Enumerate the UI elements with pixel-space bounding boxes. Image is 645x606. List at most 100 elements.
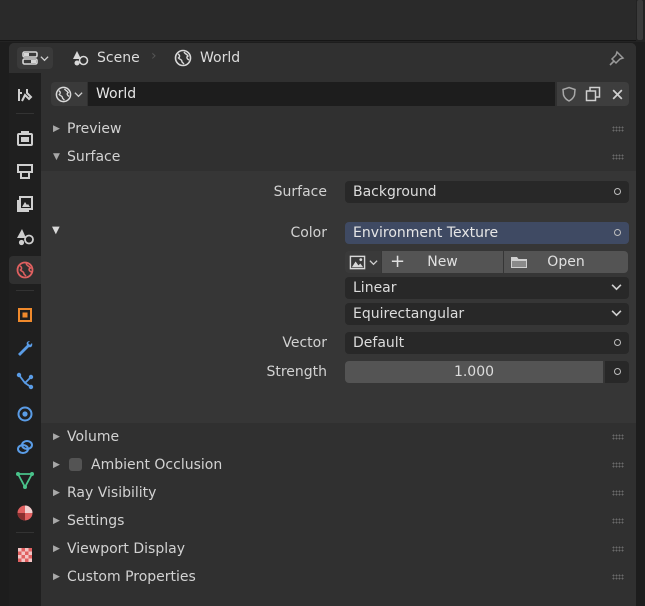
- plus-icon: +: [390, 251, 406, 272]
- panel-custom-properties-label: Custom Properties: [67, 569, 196, 585]
- tab-scene[interactable]: [11, 223, 39, 251]
- panel-ray-visibility-header[interactable]: ▶ Ray Visibility: [41, 479, 636, 507]
- panel-settings-header[interactable]: ▶ Settings: [41, 507, 636, 535]
- panel-ambient-occlusion-label: Ambient Occlusion: [91, 457, 223, 473]
- panel-preview-header[interactable]: ▶ Preview: [41, 115, 636, 143]
- world-name-field[interactable]: World: [88, 82, 555, 106]
- drag-handle-icon[interactable]: [612, 154, 624, 160]
- chevron-down-icon: [611, 310, 622, 317]
- tab-tool[interactable]: [11, 81, 39, 109]
- tab-constraints[interactable]: [11, 433, 39, 461]
- collapsed-arrow-icon: ▶: [53, 544, 60, 554]
- chevron-down-icon: [368, 259, 378, 265]
- image-browse-button[interactable]: [345, 251, 381, 273]
- world-browse-button[interactable]: [51, 82, 87, 106]
- projection-dropdown[interactable]: Equirectangular: [345, 303, 629, 325]
- drag-handle-icon[interactable]: [612, 518, 624, 524]
- tab-view-layer[interactable]: [11, 190, 39, 218]
- collapsed-arrow-icon: ▶: [53, 432, 60, 442]
- upper-scrollbar[interactable]: [637, 0, 643, 40]
- socket-dot-icon: [614, 339, 621, 346]
- tab-modifier[interactable]: [11, 334, 39, 362]
- fake-user-button[interactable]: [557, 82, 581, 106]
- open-image-label: Open: [547, 254, 585, 270]
- top-area: [0, 0, 645, 42]
- folder-icon: [511, 257, 527, 268]
- chevron-down-icon: [39, 55, 49, 61]
- drag-handle-icon[interactable]: [612, 126, 624, 132]
- socket-dot-icon: [614, 368, 621, 375]
- collapsed-arrow-icon: ▶: [53, 488, 60, 498]
- interpolation-value: Linear: [353, 280, 397, 296]
- expanded-arrow-icon: ▼: [53, 152, 60, 162]
- chevron-down-icon: [74, 91, 83, 97]
- chevron-down-icon: [611, 284, 622, 291]
- tab-render[interactable]: [11, 124, 39, 152]
- tab-particles[interactable]: [11, 367, 39, 395]
- tool-icon: [18, 89, 33, 102]
- panel-viewport-display-label: Viewport Display: [67, 541, 185, 557]
- properties-content: World ▶ Preview ▼ Surface Surface Backgr…: [41, 73, 636, 606]
- panel-ray-visibility-label: Ray Visibility: [67, 485, 157, 501]
- strength-number-field[interactable]: 1.000: [345, 361, 603, 383]
- expanded-arrow-icon[interactable]: ▼: [52, 225, 60, 236]
- duplicate-world-button[interactable]: [581, 82, 605, 106]
- drag-handle-icon[interactable]: [612, 434, 624, 440]
- collapsed-arrow-icon: ▶: [53, 124, 60, 134]
- world-name-text: World: [96, 86, 137, 102]
- vector-property-label: Vector: [282, 335, 327, 351]
- constraints-icon: [17, 440, 33, 454]
- panel-custom-properties-header[interactable]: ▶ Custom Properties: [41, 563, 636, 591]
- tab-object[interactable]: [11, 301, 39, 329]
- surface-shader-field[interactable]: Background: [345, 181, 629, 203]
- texture-icon: [18, 548, 32, 562]
- tab-material[interactable]: [11, 499, 39, 527]
- properties-editor-icon: [21, 51, 38, 65]
- drag-handle-icon[interactable]: [612, 490, 624, 496]
- scene-icon: [17, 229, 34, 246]
- panel-ambient-occlusion-header[interactable]: ▶ Ambient Occlusion: [41, 451, 636, 479]
- vector-input-field[interactable]: Default: [345, 332, 629, 354]
- strength-socket-button[interactable]: [605, 361, 629, 383]
- panel-surface-header[interactable]: ▼ Surface: [41, 143, 636, 171]
- world-datablock-selector: World: [51, 82, 629, 106]
- panel-viewport-display-header[interactable]: ▶ Viewport Display: [41, 535, 636, 563]
- pin-icon: [609, 50, 625, 66]
- collapsed-arrow-icon: ▶: [53, 572, 60, 582]
- tab-physics[interactable]: [11, 400, 39, 428]
- properties-tabs: [9, 73, 41, 606]
- panel-volume-header[interactable]: ▶ Volume: [41, 423, 636, 451]
- pin-button[interactable]: [608, 49, 626, 71]
- new-image-button[interactable]: + New: [382, 251, 503, 273]
- tab-data[interactable]: [11, 466, 39, 494]
- surface-shader-value: Background: [353, 184, 437, 200]
- surface-property-label: Surface: [273, 184, 327, 200]
- drag-handle-icon[interactable]: [612, 574, 624, 580]
- world-icon: [55, 86, 72, 102]
- drag-handle-icon[interactable]: [612, 546, 624, 552]
- interpolation-dropdown[interactable]: Linear: [345, 277, 629, 299]
- tab-separator: [16, 290, 34, 291]
- shield-icon: [562, 86, 576, 102]
- collapsed-arrow-icon: ▶: [53, 516, 60, 526]
- breadcrumb-scene: Scene: [71, 47, 140, 69]
- view-layer-icon: [17, 196, 33, 212]
- panel-preview-label: Preview: [67, 121, 122, 137]
- tab-texture[interactable]: [11, 541, 39, 569]
- material-icon: [17, 505, 33, 521]
- open-image-button[interactable]: Open: [504, 251, 628, 273]
- object-icon: [18, 308, 32, 322]
- ambient-occlusion-checkbox[interactable]: [69, 458, 82, 471]
- tab-separator: [16, 532, 34, 533]
- tab-world[interactable]: [9, 256, 41, 284]
- physics-icon: [17, 406, 33, 422]
- unlink-world-button[interactable]: [605, 82, 629, 106]
- drag-handle-icon[interactable]: [612, 462, 624, 468]
- properties-header: Scene › World: [9, 43, 636, 73]
- socket-dot-icon: [614, 188, 621, 195]
- scene-icon: [73, 51, 89, 66]
- editor-type-button[interactable]: [17, 47, 53, 69]
- strength-property-label: Strength: [266, 364, 327, 380]
- color-input-field[interactable]: Environment Texture: [345, 222, 629, 244]
- tab-output[interactable]: [11, 157, 39, 185]
